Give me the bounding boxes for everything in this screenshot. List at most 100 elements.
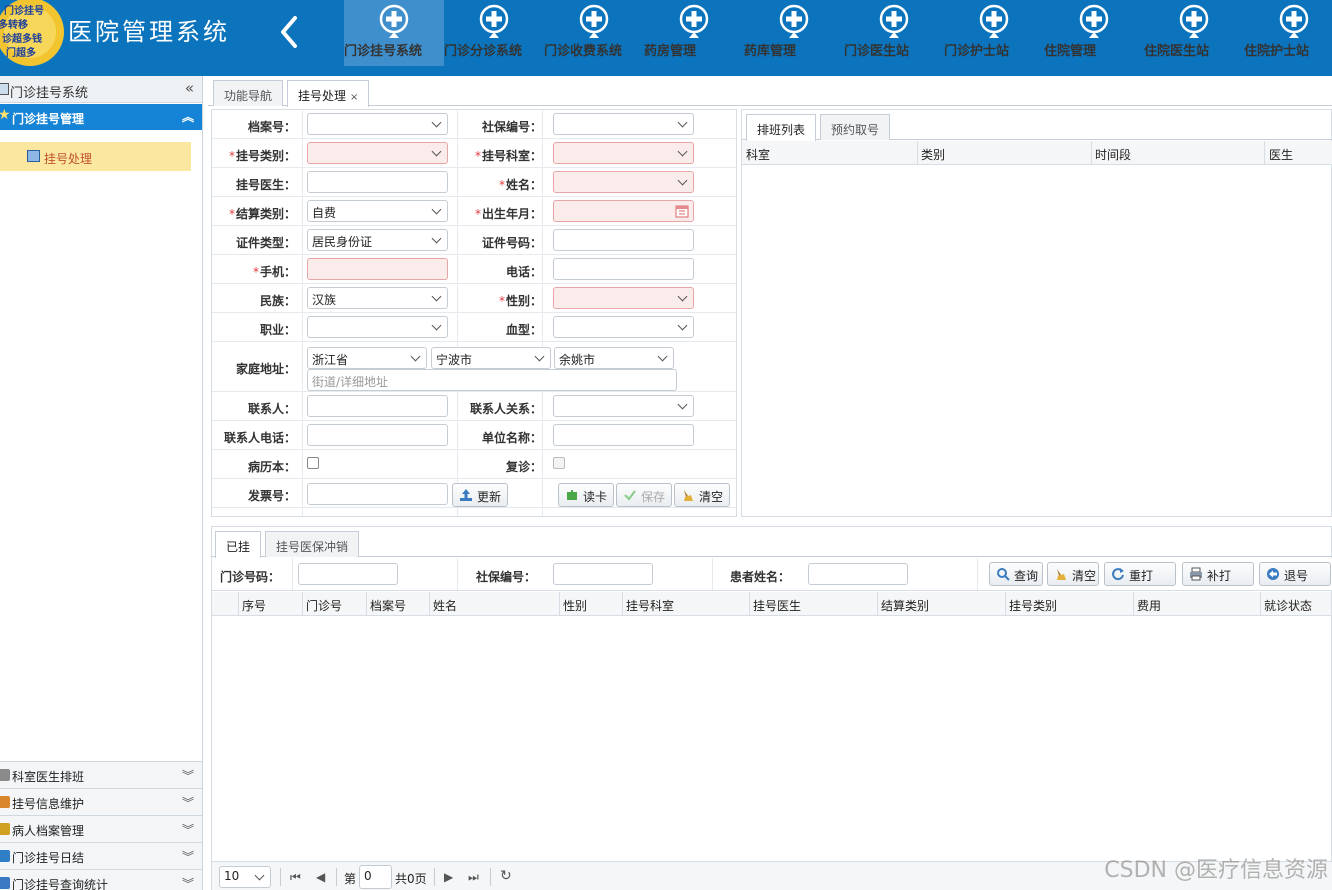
refund-button[interactable]: 退号 [1259, 562, 1331, 586]
divider [749, 592, 750, 615]
sidebar-title: 门诊挂号系统 [10, 86, 89, 101]
patient-name-input[interactable] [808, 563, 908, 585]
nav-tab-8[interactable]: 住院医生站 [1144, 0, 1244, 66]
reg-doctor-input[interactable] [307, 171, 448, 193]
contact-rel-select[interactable] [553, 395, 694, 417]
clinic-no-input[interactable] [298, 563, 398, 585]
page-number-input[interactable]: 0 [359, 865, 392, 889]
nav-tab-2[interactable]: 门诊收费系统 [544, 0, 644, 66]
nav-tab-0[interactable]: 门诊挂号系统 [344, 0, 444, 66]
collapse-menu-button[interactable] [276, 14, 304, 50]
nav-tab-4[interactable]: 药库管理 [744, 0, 844, 66]
mobile-input[interactable] [307, 258, 448, 280]
si-no-select[interactable] [553, 113, 694, 135]
supplement-print-button[interactable]: 补打 [1182, 562, 1254, 586]
field-label-text: 证件号码 [481, 236, 530, 250]
close-icon[interactable]: × [350, 92, 358, 103]
prev-page-icon[interactable]: ◀ [316, 870, 325, 884]
read-card-button[interactable]: 读卡 [558, 483, 615, 507]
sidebar-section-registration[interactable]: ★ 门诊挂号管理 ︽ [0, 104, 202, 130]
field-label-text: 性别 [505, 294, 530, 308]
app-title: 医院管理系统 [68, 18, 230, 46]
sidebar-section-label: 门诊挂号管理 [12, 112, 85, 126]
query-button[interactable]: 查询 [989, 562, 1043, 586]
field-label: *出生年月： [462, 205, 542, 222]
field-label: 民族： [216, 292, 296, 309]
birth-date-input[interactable] [553, 200, 694, 222]
divider [336, 868, 337, 886]
tab-schedule-list[interactable]: 排班列表 [746, 114, 817, 141]
file-no-select[interactable] [307, 113, 448, 135]
record-book-checkbox[interactable] [307, 457, 319, 469]
tab-appointment[interactable]: 预约取号 [820, 114, 891, 140]
reprint-button[interactable]: 重打 [1104, 562, 1176, 586]
contact-input[interactable] [307, 395, 448, 417]
next-page-icon[interactable]: ▶ [444, 870, 453, 884]
first-page-icon[interactable]: ⏮ [290, 870, 301, 885]
name-select[interactable] [553, 171, 694, 193]
province-select[interactable]: 浙江省 [307, 347, 427, 369]
contact-phone-input[interactable] [307, 424, 448, 446]
sidebar-accordion-2[interactable]: 病人档案管理 ︾ [0, 815, 202, 842]
sidebar-accordion-0[interactable]: 科室医生排班 ︾ [0, 761, 202, 788]
label-colon: ： [283, 178, 296, 192]
nav-tab-label: 门诊分诊系统 [444, 44, 523, 59]
medical-cross-icon [379, 4, 409, 38]
gender-select[interactable] [553, 287, 694, 309]
clear-button[interactable]: 清空 [674, 483, 731, 507]
column-header: 档案号 [370, 599, 407, 613]
required-mark: * [228, 149, 235, 163]
settle-type-select[interactable]: 自费 [307, 200, 448, 222]
update-button[interactable]: 更新 [452, 483, 509, 507]
tab-function-nav[interactable]: 功能导航 [213, 80, 284, 106]
ethnic-select[interactable]: 汉族 [307, 287, 448, 309]
nav-tab-1[interactable]: 门诊分诊系统 [444, 0, 544, 66]
medical-cross-icon [1179, 4, 1209, 38]
invoice-input[interactable] [307, 483, 448, 505]
reg-dept-select[interactable] [553, 142, 694, 164]
label-colon: ： [283, 489, 296, 503]
si-no-input[interactable] [553, 563, 653, 585]
save-button[interactable]: 保存 [616, 483, 673, 507]
double-chevron-left-icon[interactable]: « [185, 79, 194, 97]
divider [434, 868, 435, 886]
sidebar-item-register[interactable]: 挂号处理 [0, 142, 191, 171]
reg-type-select[interactable] [307, 142, 448, 164]
label-colon: ： [283, 431, 296, 445]
monitor-icon [27, 150, 40, 162]
sidebar-accordion-4[interactable]: 门诊挂号查询统计 ︾ [0, 869, 202, 890]
street-input[interactable]: 街道/详细地址 [307, 369, 677, 391]
blood-select[interactable] [553, 316, 694, 338]
phone-input[interactable] [553, 258, 694, 280]
id-no-input[interactable] [553, 229, 694, 251]
column-header: 性别 [563, 599, 588, 613]
id-type-select[interactable]: 居民身份证 [307, 229, 448, 251]
job-select[interactable] [307, 316, 448, 338]
city-select[interactable]: 宁波市 [431, 347, 551, 369]
tab-registered[interactable]: 已挂 [215, 531, 262, 558]
nav-tab-5[interactable]: 门诊医生站 [844, 0, 944, 66]
label-colon: ： [283, 460, 296, 474]
revisit-checkbox[interactable] [553, 457, 565, 469]
required-mark: * [474, 149, 481, 163]
tab-si-reversal[interactable]: 挂号医保冲销 [265, 531, 360, 557]
nav-tab-9[interactable]: 住院护士站 [1244, 0, 1332, 66]
registered-tabs: 已挂 挂号医保冲销 [212, 527, 1332, 558]
tab-register[interactable]: 挂号处理 × [287, 80, 370, 107]
sidebar-accordion-1[interactable]: 挂号信息维护 ︾ [0, 788, 202, 815]
page-size-select[interactable]: 10 [219, 866, 271, 888]
column-header: 挂号医生 [753, 599, 802, 613]
county-select[interactable]: 余姚市 [554, 347, 674, 369]
employer-input[interactable] [553, 424, 694, 446]
nav-tab-7[interactable]: 住院管理 [1044, 0, 1144, 66]
divider [977, 558, 978, 590]
sidebar-accordion-3[interactable]: 门诊挂号日结 ︾ [0, 842, 202, 869]
last-page-icon[interactable]: ⏭ [468, 870, 479, 885]
field-label-text: 家庭地址 [235, 362, 284, 376]
star-icon: ★ [0, 107, 11, 123]
search-clear-button[interactable]: 清空 [1047, 562, 1099, 586]
refresh-icon[interactable]: ↻ [500, 868, 512, 884]
label-colon: ： [283, 265, 296, 279]
nav-tab-6[interactable]: 门诊护士站 [944, 0, 1044, 66]
nav-tab-3[interactable]: 药房管理 [644, 0, 744, 66]
